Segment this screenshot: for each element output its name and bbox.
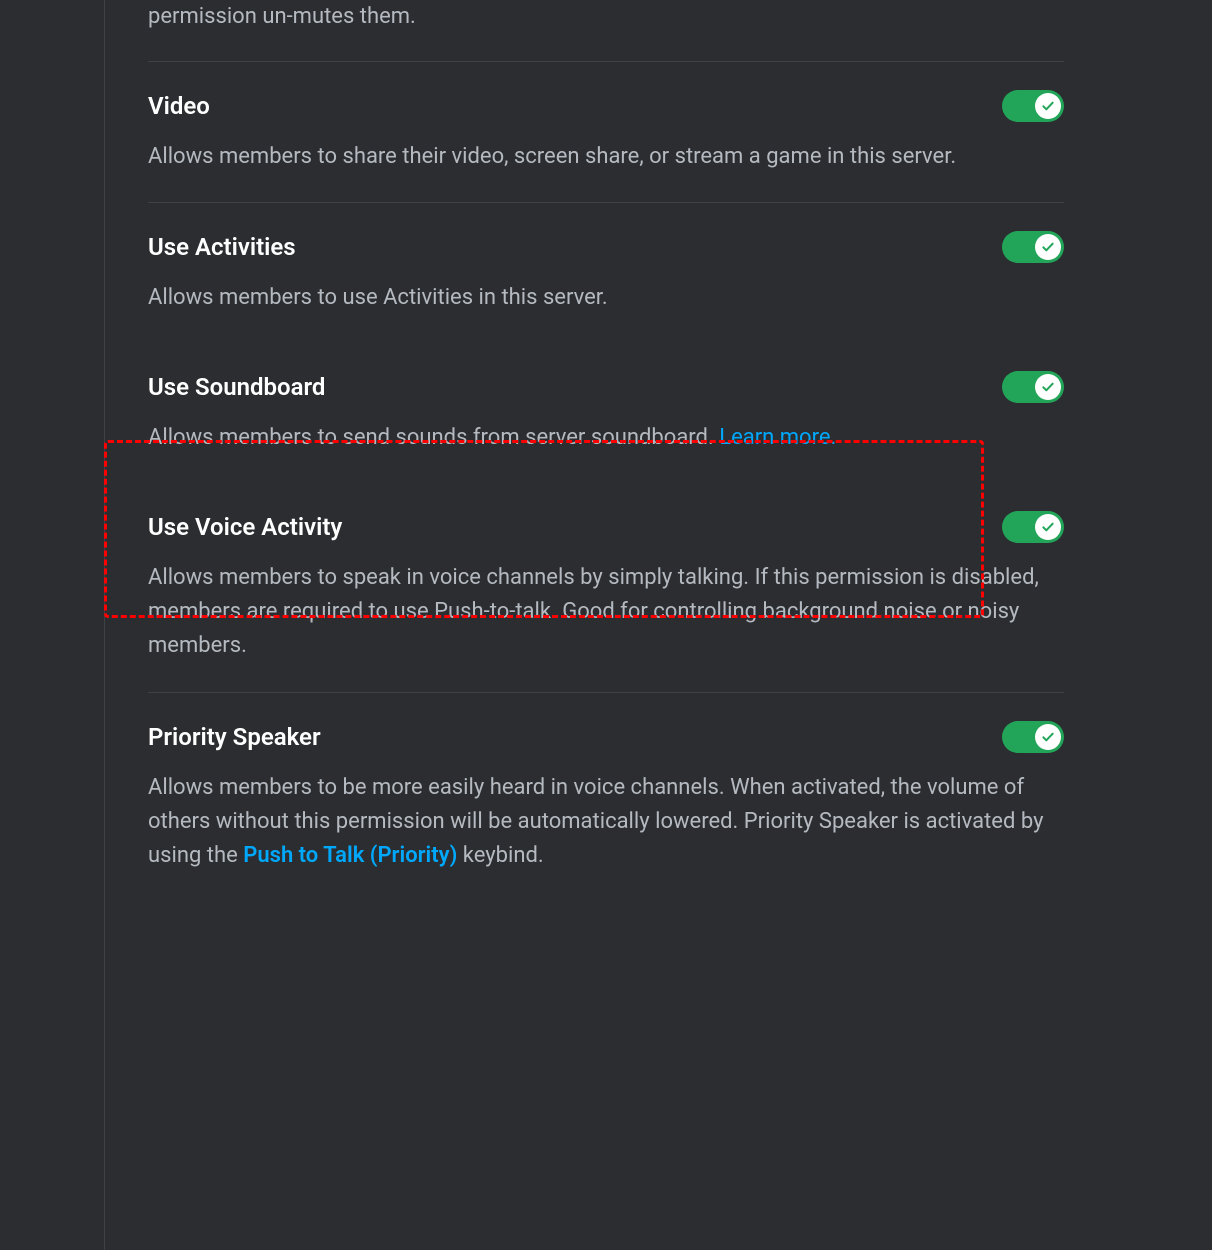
permission-description: Allows members to be more easily heard i… [148,771,1064,873]
learn-more-link[interactable]: Learn more. [719,425,836,450]
check-icon [1040,98,1056,114]
toggle-knob [1035,93,1061,119]
permission-description: Allows members to share their video, scr… [148,140,1064,174]
permission-header: Use Activities [148,231,1064,263]
permission-title: Priority Speaker [148,723,321,751]
toggle-knob [1035,234,1061,260]
toggle-knob [1035,724,1061,750]
check-icon [1040,239,1056,255]
permission-item-use-voice-activity: Use Voice Activity Allows members to spe… [148,483,1064,692]
permission-description: Allows members to use Activities in this… [148,281,1064,315]
permission-item-use-activities: Use Activities Allows members to use Act… [148,203,1064,343]
permission-header: Use Soundboard [148,371,1064,403]
check-icon [1040,379,1056,395]
permission-title: Video [148,92,210,120]
permission-header: Priority Speaker [148,721,1064,753]
intro-text: permission un-mutes them. [148,0,1064,62]
toggle-knob [1035,374,1061,400]
description-post: keybind. [457,843,543,868]
permissions-content: permission un-mutes them. Video Allows m… [0,0,1212,901]
permission-header: Video [148,90,1064,122]
toggle-video[interactable] [1002,90,1064,122]
check-icon [1040,729,1056,745]
check-icon [1040,519,1056,535]
sidebar-border [104,0,105,1250]
permission-description: Allows members to send sounds from serve… [148,421,1064,455]
toggle-knob [1035,514,1061,540]
permission-item-use-soundboard: Use Soundboard Allows members to send so… [148,343,1064,483]
push-to-talk-link[interactable]: Push to Talk (Priority) [243,843,457,868]
toggle-use-voice-activity[interactable] [1002,511,1064,543]
toggle-use-activities[interactable] [1002,231,1064,263]
permission-item-video: Video Allows members to share their vide… [148,62,1064,203]
permission-description: Allows members to speak in voice channel… [148,561,1064,663]
permission-header: Use Voice Activity [148,511,1064,543]
permission-title: Use Activities [148,233,296,261]
toggle-priority-speaker[interactable] [1002,721,1064,753]
permission-title: Use Soundboard [148,373,325,401]
permission-title: Use Voice Activity [148,513,342,541]
toggle-use-soundboard[interactable] [1002,371,1064,403]
description-text: Allows members to send sounds from serve… [148,425,719,450]
permission-item-priority-speaker: Priority Speaker Allows members to be mo… [148,693,1064,901]
